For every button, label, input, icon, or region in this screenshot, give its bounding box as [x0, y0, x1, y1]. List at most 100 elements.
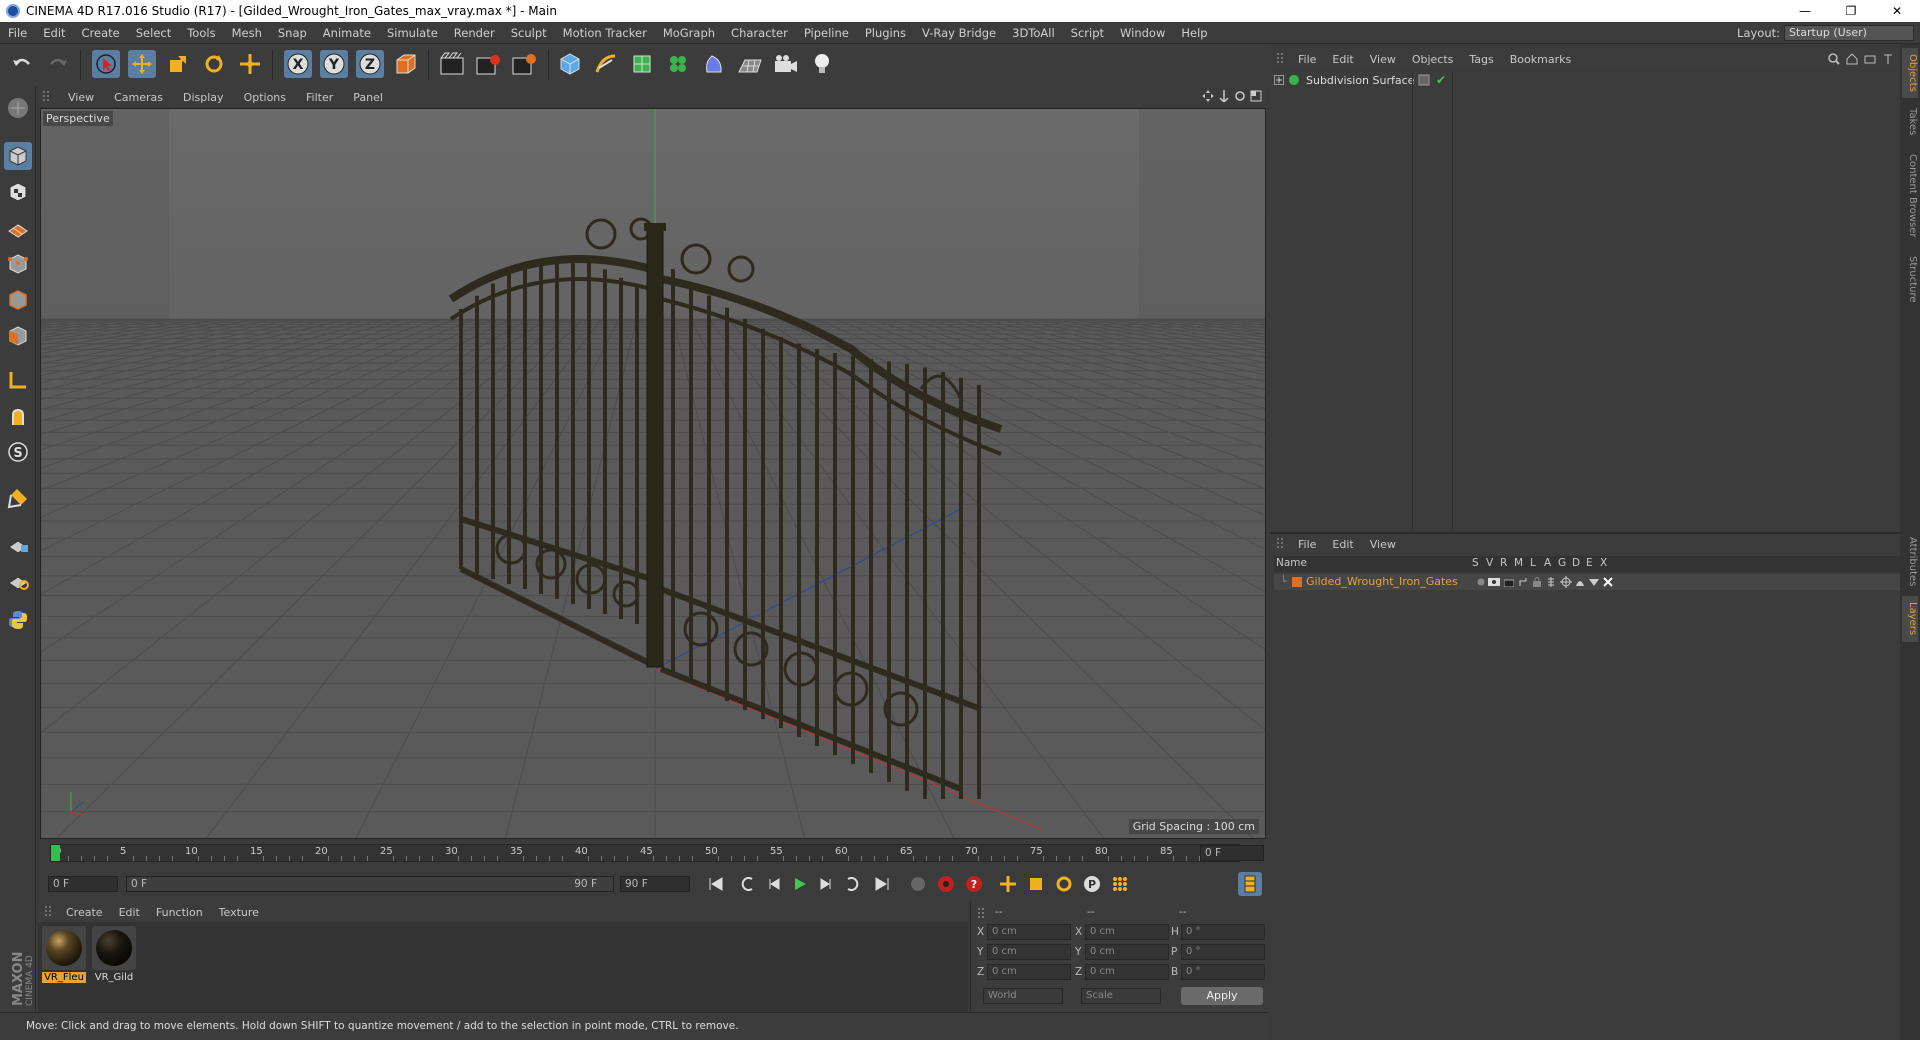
deformer-icon[interactable] — [700, 50, 728, 78]
size-y-field[interactable]: 0 cm — [1085, 944, 1169, 960]
menu-create[interactable]: Create — [74, 26, 128, 40]
material-menu-create[interactable]: Create — [58, 906, 111, 919]
goto-start-icon[interactable] — [704, 872, 728, 896]
column-manager[interactable]: M — [1514, 557, 1523, 569]
polygons-mode-icon[interactable] — [4, 322, 32, 350]
menu-edit[interactable]: Edit — [35, 26, 73, 40]
tab-layers[interactable]: Layers — [1902, 596, 1918, 642]
workplane-snap-icon[interactable] — [4, 566, 32, 594]
column-solo[interactable]: S — [1472, 557, 1479, 569]
view-eye-icon[interactable] — [1488, 577, 1500, 590]
material-menu-function[interactable]: Function — [148, 906, 211, 919]
menu-vray-bridge[interactable]: V-Ray Bridge — [914, 26, 1004, 40]
minimize-icon[interactable]: — — [1782, 0, 1828, 22]
expand-icon[interactable] — [1274, 75, 1284, 88]
menu-plugins[interactable]: Plugins — [857, 26, 914, 40]
layer-row[interactable]: └ Gilded_Wrought_Iron_Gates — [1274, 574, 1900, 590]
tab-attributes[interactable]: Attributes — [1902, 532, 1918, 592]
key-rotation-icon[interactable] — [1052, 872, 1076, 896]
make-editable-icon[interactable] — [4, 94, 32, 122]
floor-icon[interactable] — [736, 50, 764, 78]
key-point-level-icon[interactable] — [1108, 872, 1132, 896]
column-view[interactable]: V — [1486, 557, 1493, 569]
3d-viewport[interactable]: Perspective Grid Spacing : 100 cm — [40, 108, 1266, 839]
tweak-mode-icon[interactable] — [4, 402, 32, 430]
move-tool-icon[interactable] — [128, 50, 156, 78]
render-view-icon[interactable] — [438, 50, 466, 78]
layer-name[interactable]: Gilded_Wrought_Iron_Gates — [1306, 575, 1458, 588]
z-axis-lock-icon[interactable]: Z — [356, 50, 384, 78]
coordinate-system-icon[interactable] — [392, 50, 420, 78]
python-icon[interactable] — [4, 606, 32, 634]
position-z-field[interactable]: 0 cm — [987, 964, 1071, 980]
column-animation[interactable]: A — [1544, 557, 1551, 569]
cube-primitive-icon[interactable] — [556, 50, 584, 78]
magnet-icon[interactable] — [4, 484, 32, 512]
column-expressions[interactable]: E — [1586, 557, 1593, 569]
render-clapper-icon[interactable] — [1503, 577, 1515, 590]
layer-menu-edit[interactable]: Edit — [1324, 538, 1361, 551]
menu-render[interactable]: Render — [446, 26, 503, 40]
restore-icon[interactable]: ❐ — [1828, 0, 1874, 22]
menu-tools[interactable]: Tools — [179, 26, 223, 40]
menu-help[interactable]: Help — [1173, 26, 1215, 40]
viewport-maximize-icon[interactable] — [1250, 90, 1262, 105]
column-name[interactable]: Name — [1276, 557, 1307, 569]
close-icon[interactable]: ✕ — [1874, 0, 1920, 22]
subdivision-surface-icon[interactable] — [628, 50, 656, 78]
material-item[interactable]: VR_Fleu — [42, 926, 86, 983]
rotation-b-field[interactable]: 0 ° — [1181, 964, 1265, 980]
key-parameter-icon[interactable]: P — [1080, 872, 1104, 896]
record-keys-icon[interactable] — [934, 872, 958, 896]
viewport-menu-view[interactable]: View — [58, 91, 104, 104]
viewport-menu-display[interactable]: Display — [173, 91, 234, 104]
viewport-pan-icon[interactable] — [1202, 90, 1214, 105]
position-y-field[interactable]: 0 cm — [987, 944, 1071, 960]
animation-icon[interactable] — [1546, 576, 1556, 591]
play-icon[interactable] — [788, 872, 812, 896]
menu-character[interactable]: Character — [723, 26, 796, 40]
timeline-ruler[interactable]: 051015202530354045505560657075808590 0 F — [40, 842, 1266, 864]
layout-select[interactable]: Startup (User) — [1784, 25, 1914, 41]
tab-content-browser[interactable]: Content Browser — [1902, 148, 1918, 244]
menu-animate[interactable]: Animate — [315, 26, 379, 40]
menu-mesh[interactable]: Mesh — [224, 26, 270, 40]
object-menu-bookmarks[interactable]: Bookmarks — [1502, 53, 1579, 66]
camera-icon[interactable] — [772, 50, 800, 78]
menu-file[interactable]: File — [0, 26, 35, 40]
redo-icon[interactable] — [44, 50, 72, 78]
viewport-rotate-icon[interactable] — [1234, 90, 1246, 105]
panel-pin-icon[interactable] — [1882, 53, 1894, 68]
workplane-lock-icon[interactable] — [4, 530, 32, 558]
workplane-mode-icon[interactable] — [4, 214, 32, 242]
viewport-menu-panel[interactable]: Panel — [343, 91, 393, 104]
menu-sculpt[interactable]: Sculpt — [503, 26, 555, 40]
object-row[interactable]: Subdivision Surface ✔ — [1270, 72, 1900, 90]
edges-mode-icon[interactable] — [4, 286, 32, 314]
search-icon[interactable] — [1828, 53, 1840, 68]
column-deformers[interactable]: D — [1572, 557, 1580, 569]
key-position-icon[interactable] — [996, 872, 1020, 896]
frame-range-slider[interactable]: 0 F 90 F — [126, 876, 614, 892]
cloner-icon[interactable] — [664, 50, 692, 78]
object-menu-objects[interactable]: Objects — [1404, 53, 1462, 66]
light-icon[interactable] — [808, 50, 836, 78]
spline-pen-icon[interactable] — [592, 50, 620, 78]
render-settings-icon[interactable] — [510, 50, 538, 78]
next-key-icon[interactable] — [840, 872, 864, 896]
menu-motion-tracker[interactable]: Motion Tracker — [555, 26, 655, 40]
manager-icon[interactable] — [1518, 577, 1528, 590]
expression-icon[interactable] — [1588, 576, 1600, 591]
x-axis-lock-icon[interactable]: X — [284, 50, 312, 78]
transform-tool-icon[interactable] — [236, 50, 264, 78]
undo-icon[interactable] — [8, 50, 36, 78]
size-mode-select[interactable]: Scale — [1081, 988, 1161, 1004]
apply-button[interactable]: Apply — [1181, 987, 1263, 1005]
menu-pipeline[interactable]: Pipeline — [796, 26, 857, 40]
object-menu-edit[interactable]: Edit — [1324, 53, 1361, 66]
timeline-window-icon[interactable] — [1238, 872, 1262, 896]
visibility-toggle-icon[interactable] — [1418, 74, 1432, 89]
menu-mograph[interactable]: MoGraph — [655, 26, 723, 40]
deformer-icon[interactable] — [1574, 576, 1586, 591]
material-item[interactable]: VR_Gild — [92, 926, 136, 983]
